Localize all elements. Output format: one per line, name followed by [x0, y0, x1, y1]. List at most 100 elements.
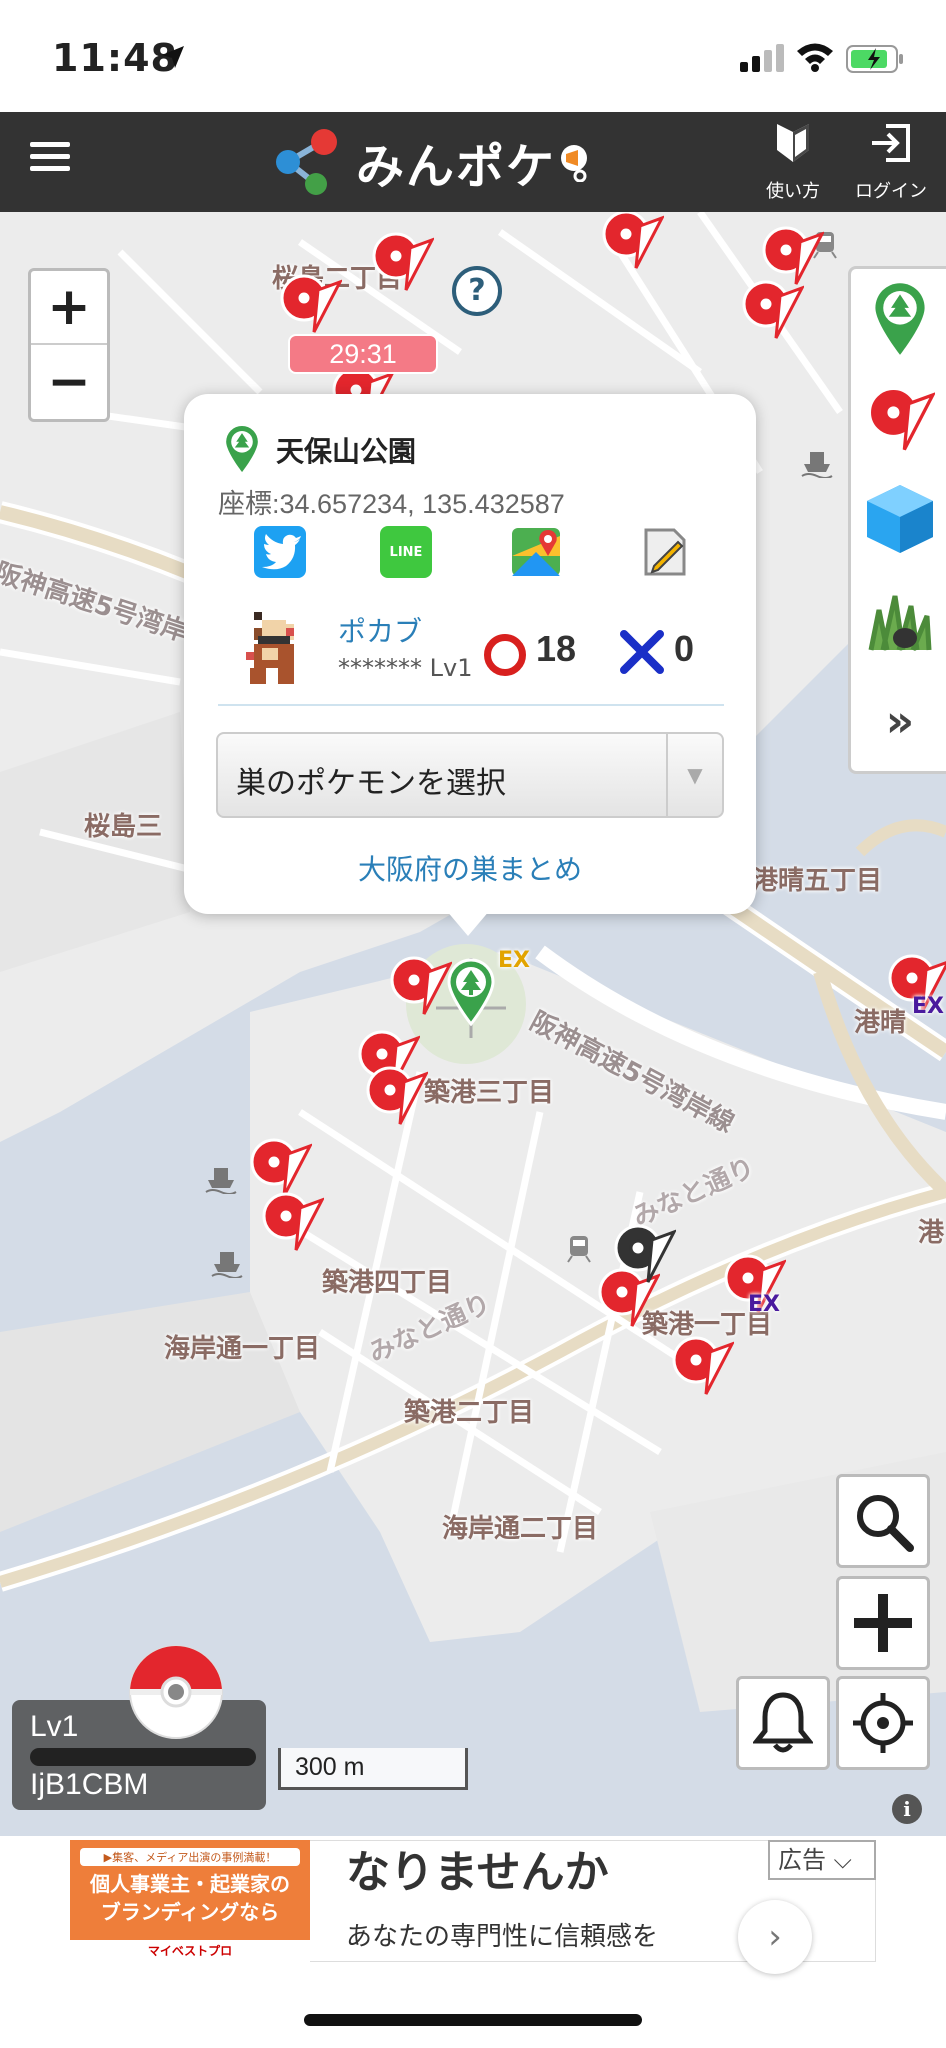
howto-label: 使い方 — [766, 181, 820, 202]
gym-pin-icon[interactable] — [278, 272, 342, 336]
ex-raid-badge: EX — [912, 994, 944, 1019]
osaka-nest-summary-link[interactable]: 大阪府の巣まとめ — [184, 848, 756, 888]
ad-image-tagline: ▶集客、メディア出演の事例満載！ — [80, 1848, 300, 1866]
gym-pin-icon[interactable] — [370, 230, 434, 294]
ad-image-headline: 個人事業主・起業家の ブランディングなら — [90, 1872, 290, 1924]
zoom-in-button[interactable]: + — [31, 271, 107, 345]
pokeball-icon[interactable] — [128, 1644, 224, 1740]
ad-image[interactable]: ▶集客、メディア出演の事例満載！ 個人事業主・起業家の ブランディングなら マイベ… — [70, 1840, 310, 1962]
cellular-signal-icon — [740, 44, 784, 72]
home-indicator[interactable] — [304, 2014, 642, 2026]
filter-nest-button[interactable] — [851, 269, 946, 369]
chevron-down-icon: ▼ — [666, 734, 722, 816]
good-vote-icon[interactable] — [484, 634, 526, 676]
status-bar: 11:48 — [0, 0, 946, 112]
filter-gym-button[interactable] — [851, 369, 946, 469]
map-label-kaigan-2: 海岸通二丁目 — [442, 1514, 599, 1544]
app-logo-text: みんポケ — [356, 139, 557, 195]
map-label-minatoharu-5: 港晴五丁目 — [752, 866, 883, 896]
filter-panel: » — [848, 266, 946, 774]
park-filter-icon — [875, 283, 925, 355]
share-logo-icon — [276, 129, 337, 195]
ad-label-dropdown[interactable]: 広告 ⌵ — [768, 1840, 876, 1880]
grass-icon — [868, 595, 932, 651]
hamburger-menu-button[interactable] — [30, 142, 70, 182]
bad-vote-count: 0 — [674, 628, 695, 669]
ferry-icon — [205, 1168, 237, 1194]
map-label-chikko-4: 築港四丁目 — [322, 1268, 453, 1298]
gym-pin-icon[interactable] — [260, 1190, 324, 1254]
ad-next-button[interactable]: › — [738, 1900, 812, 1974]
good-vote-count: 18 — [536, 628, 577, 669]
map-label-chikko-3: 築港三丁目 — [424, 1078, 555, 1108]
ad-headline[interactable]: なりませんか — [346, 1836, 609, 1900]
pokemon-sprite-icon — [246, 612, 294, 684]
howto-button[interactable]: 使い方 — [748, 120, 838, 210]
train-station-icon — [567, 1236, 591, 1263]
player-level: Lv1 — [30, 1710, 79, 1743]
login-icon — [872, 124, 910, 162]
nest-pokemon-select[interactable]: 巣のポケモンを選択 ▼ — [216, 732, 724, 818]
raid-timer-badge[interactable]: 29:31 — [288, 334, 438, 374]
search-icon — [857, 1495, 914, 1552]
share-twitter-button[interactable] — [254, 526, 306, 578]
current-location-button[interactable] — [836, 1676, 930, 1770]
app-header: みんポケ 使い方 ログイン — [0, 112, 946, 212]
memo-icon[interactable] — [638, 526, 690, 578]
map-zoom-control: + − — [28, 268, 110, 422]
add-spot-button[interactable] — [836, 1576, 930, 1670]
map-scale-bar: 300 m — [278, 1748, 468, 1790]
location-arrow-icon — [162, 46, 184, 68]
notification-button[interactable] — [736, 1676, 830, 1770]
spot-title: 天保山公園 — [276, 435, 417, 468]
google-maps-icon[interactable] — [510, 526, 562, 578]
park-icon — [226, 425, 258, 473]
bell-icon — [753, 1692, 813, 1753]
login-label: ログイン — [855, 181, 927, 202]
map-label-chikko-2: 築港二丁目 — [404, 1398, 535, 1428]
ex-raid-badge: EX — [748, 1292, 780, 1317]
park-marker-icon[interactable] — [446, 958, 496, 1026]
beginner-mark-icon — [777, 124, 809, 162]
map-label-kaigan-1: 海岸通一丁目 — [164, 1334, 321, 1364]
nest-select-label: 巣のポケモンを選択 — [236, 766, 506, 801]
spot-coordinates: 座標:34.657234, 135.432587 — [218, 489, 565, 519]
spot-popup: 天保山公園 座標:34.657234, 135.432587 LINE ポカブ … — [184, 394, 756, 914]
filter-pokestop-button[interactable] — [851, 469, 946, 569]
pokemon-name-link[interactable]: ポカブ — [338, 610, 422, 650]
battery-icon — [846, 45, 903, 73]
crosshair-target-icon — [853, 1693, 913, 1753]
ad-body-text[interactable]: あなたの専門性に信頼感を — [346, 1916, 658, 1953]
login-button[interactable]: ログイン — [846, 120, 936, 210]
pokemon-reporter: ******* Lv1 — [338, 654, 473, 682]
gym-pin-dark-icon[interactable] — [612, 1222, 676, 1286]
gym-pin-icon[interactable] — [740, 278, 804, 342]
wifi-icon — [797, 43, 833, 72]
gym-pin-icon[interactable] — [600, 212, 664, 272]
ad-banner[interactable]: ▶集客、メディア出演の事例満載！ 個人事業主・起業家の ブランディングなら マイベ… — [0, 1836, 946, 1974]
map-label-minato-right: 港 — [918, 1218, 945, 1248]
search-button[interactable] — [836, 1474, 930, 1568]
filter-more-button[interactable]: » — [851, 669, 946, 773]
chevron-right-icon: › — [768, 1917, 782, 1957]
ferry-icon — [211, 1252, 243, 1278]
gym-filter-icon — [867, 386, 935, 451]
plus-icon — [854, 1594, 912, 1652]
share-line-button[interactable]: LINE — [380, 526, 432, 578]
bad-vote-icon[interactable] — [620, 630, 664, 674]
pokestop-cube-icon — [867, 485, 933, 553]
app-logo[interactable]: みんポケ — [270, 124, 592, 200]
map-info-icon[interactable]: i — [892, 1794, 922, 1824]
gym-pin-icon[interactable] — [364, 1064, 428, 1128]
map-label-sakurajima-3: 桜島三 — [84, 812, 163, 842]
gym-pin-icon[interactable] — [670, 1334, 734, 1398]
ferry-icon — [801, 452, 833, 478]
player-id: IjB1CBM — [30, 1768, 149, 1801]
filter-wild-pokemon-button[interactable] — [851, 569, 946, 669]
megaphone-icon — [561, 145, 588, 182]
twitter-bird-icon — [262, 534, 301, 570]
zoom-out-button[interactable]: − — [31, 345, 107, 419]
ad-image-brand: マイベストプロ — [70, 1940, 310, 1962]
help-icon[interactable]: ? — [452, 266, 502, 316]
popup-pointer — [446, 910, 490, 936]
